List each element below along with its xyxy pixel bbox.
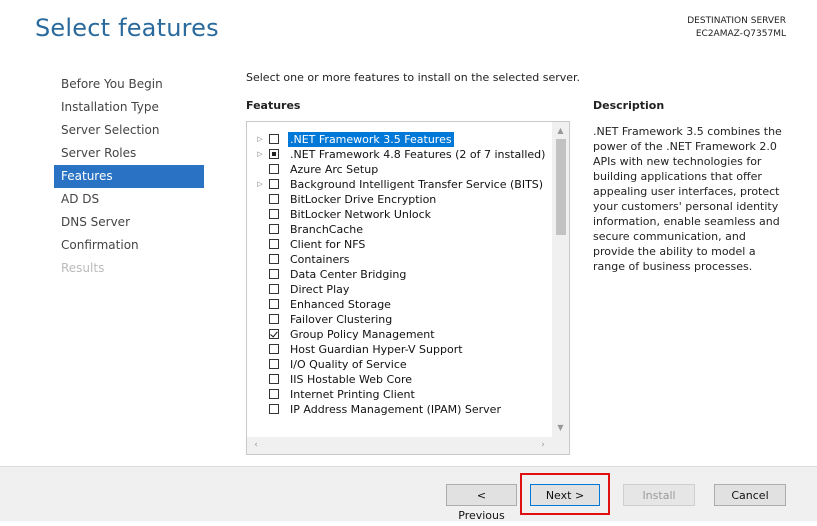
feature-checkbox[interactable]: [269, 209, 279, 219]
feature-label: Group Policy Management: [290, 328, 435, 341]
feature-checkbox[interactable]: [269, 389, 279, 399]
feature-label: BitLocker Drive Encryption: [290, 193, 437, 206]
feature-label: Direct Play: [290, 283, 350, 296]
feature-label: Data Center Bridging: [290, 268, 407, 281]
destination-label: DESTINATION SERVER: [687, 16, 786, 26]
feature-row[interactable]: Client for NFS: [247, 237, 552, 252]
feature-label: BranchCache: [290, 223, 364, 236]
feature-label: Containers: [290, 253, 350, 266]
feature-row[interactable]: IIS Hostable Web Core: [247, 372, 552, 387]
features-heading: Features: [246, 99, 301, 112]
feature-label: IP Address Management (IPAM) Server: [290, 403, 501, 416]
nav-item-before-you-begin[interactable]: Before You Begin: [54, 73, 204, 96]
nav-item-installation-type[interactable]: Installation Type: [54, 96, 204, 119]
feature-label: .NET Framework 4.8 Features (2 of 7 inst…: [290, 148, 546, 161]
feature-checkbox[interactable]: [269, 149, 279, 159]
destination-server-name: EC2AMAZ-Q7357ML: [695, 29, 786, 39]
feature-row[interactable]: BranchCache: [247, 222, 552, 237]
features-tree[interactable]: ▷ .NET Framework 3.5 Features ▷ .NET Framew…: [246, 121, 570, 455]
feature-label: Host Guardian Hyper-V Support: [290, 343, 463, 356]
expand-arrow-icon[interactable]: ▷: [256, 132, 264, 147]
instruction-text: Select one or more features to install o…: [246, 71, 581, 84]
expand-arrow-icon[interactable]: ▷: [256, 147, 264, 162]
install-button: Install: [623, 484, 695, 506]
feature-label: Azure Arc Setup: [290, 163, 379, 176]
feature-checkbox[interactable]: [269, 284, 279, 294]
scrollbar-thumb[interactable]: [556, 139, 566, 235]
feature-checkbox[interactable]: [269, 359, 279, 369]
wizard-nav: Before You Begin Installation Type Serve…: [54, 73, 204, 280]
nav-item-server-roles[interactable]: Server Roles: [54, 142, 204, 165]
feature-checkbox[interactable]: [269, 239, 279, 249]
scroll-down-arrow-icon[interactable]: ▼: [552, 421, 569, 435]
feature-checkbox[interactable]: [269, 134, 279, 144]
cancel-button[interactable]: Cancel: [714, 484, 786, 506]
scrollbar-corner: [552, 437, 569, 454]
next-button-highlight: [520, 473, 610, 515]
feature-row[interactable]: Group Policy Management: [247, 327, 552, 342]
feature-label: IIS Hostable Web Core: [290, 373, 412, 386]
feature-checkbox[interactable]: [269, 329, 279, 339]
feature-label: .NET Framework 3.5 Features: [288, 132, 454, 147]
feature-row[interactable]: Containers: [247, 252, 552, 267]
feature-checkbox[interactable]: [269, 194, 279, 204]
feature-checkbox[interactable]: [269, 269, 279, 279]
feature-label: Client for NFS: [290, 238, 366, 251]
feature-checkbox[interactable]: [269, 299, 279, 309]
nav-item-results: Results: [61, 261, 105, 275]
feature-checkbox[interactable]: [269, 179, 279, 189]
feature-row[interactable]: Direct Play: [247, 282, 552, 297]
previous-button[interactable]: < Previous: [446, 484, 517, 522]
feature-checkbox[interactable]: [269, 344, 279, 354]
feature-row[interactable]: I/O Quality of Service: [247, 357, 552, 372]
scroll-right-arrow-icon[interactable]: ›: [536, 437, 550, 454]
feature-label: Failover Clustering: [290, 313, 393, 326]
feature-label: Background Intelligent Transfer Service …: [290, 178, 544, 191]
nav-item-ad-ds[interactable]: AD DS: [54, 188, 204, 211]
feature-label: Internet Printing Client: [290, 388, 415, 401]
description-text: .NET Framework 3.5 combines the power of…: [593, 125, 782, 273]
feature-label: I/O Quality of Service: [290, 358, 407, 371]
feature-checkbox[interactable]: [269, 254, 279, 264]
feature-checkbox[interactable]: [269, 224, 279, 234]
expand-arrow-icon[interactable]: ▷: [256, 177, 264, 192]
feature-checkbox[interactable]: [269, 374, 279, 384]
destination-server-info: DESTINATION SERVER EC2AMAZ-Q7357ML: [687, 15, 786, 41]
feature-row[interactable]: Azure Arc Setup: [247, 162, 552, 177]
vertical-scrollbar[interactable]: ▲ ▼: [552, 122, 569, 437]
scroll-left-arrow-icon[interactable]: ‹: [249, 437, 263, 454]
features-list: ▷ .NET Framework 3.5 Features ▷ .NET Framew…: [247, 132, 552, 417]
nav-item-confirmation[interactable]: Confirmation: [54, 234, 204, 257]
feature-row[interactable]: Data Center Bridging: [247, 267, 552, 282]
feature-row[interactable]: ▷ .NET Framework 4.8 Features (2 of 7 ins…: [247, 147, 552, 162]
feature-row[interactable]: ▷ Background Intelligent Transfer Service…: [247, 177, 552, 192]
description-heading: Description: [593, 99, 665, 112]
feature-label: BitLocker Network Unlock: [290, 208, 432, 221]
feature-row[interactable]: Enhanced Storage: [247, 297, 552, 312]
feature-row[interactable]: Failover Clustering: [247, 312, 552, 327]
page-title: Select features: [35, 14, 219, 42]
scroll-up-arrow-icon[interactable]: ▲: [552, 124, 569, 138]
feature-row[interactable]: Host Guardian Hyper-V Support: [247, 342, 552, 357]
feature-checkbox[interactable]: [269, 314, 279, 324]
nav-item-dns-server[interactable]: DNS Server: [54, 211, 204, 234]
feature-row[interactable]: Internet Printing Client: [247, 387, 552, 402]
feature-checkbox[interactable]: [269, 404, 279, 414]
nav-item-features[interactable]: Features: [54, 165, 204, 188]
feature-row[interactable]: ▷ .NET Framework 3.5 Features: [247, 132, 552, 147]
feature-row[interactable]: BitLocker Network Unlock: [247, 207, 552, 222]
feature-row[interactable]: IP Address Management (IPAM) Server: [247, 402, 552, 417]
feature-row[interactable]: BitLocker Drive Encryption: [247, 192, 552, 207]
feature-checkbox[interactable]: [269, 164, 279, 174]
nav-item-server-selection[interactable]: Server Selection: [54, 119, 204, 142]
feature-label: Enhanced Storage: [290, 298, 391, 311]
horizontal-scrollbar[interactable]: ‹ ›: [247, 437, 552, 454]
